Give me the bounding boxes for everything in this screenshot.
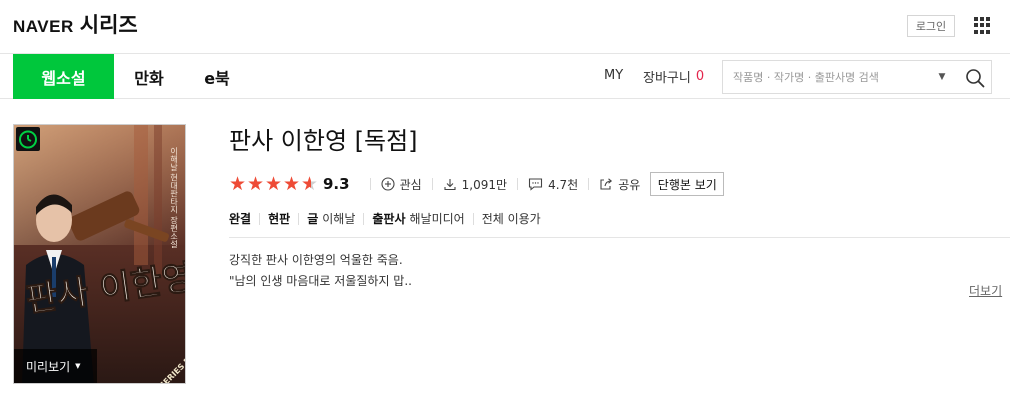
search-input[interactable] — [723, 62, 935, 92]
cover-art: 이해날 현대판타지 장편소설 판사 이한영 SERIES EDITION — [14, 125, 185, 383]
genre-badge[interactable]: 현판 — [268, 210, 290, 227]
download-icon — [444, 179, 456, 191]
tab-ebook[interactable]: e북 — [184, 54, 250, 99]
divider — [431, 178, 433, 190]
synopsis: 강직한 판사 이한영의 억울한 죽음. "남의 인생 마음대로 저울질하지 맙.… — [229, 250, 412, 292]
divider — [298, 212, 300, 225]
my-link[interactable]: MY — [604, 68, 623, 83]
interest-label: 관심 — [399, 177, 422, 192]
download-count: 1,091만 — [443, 176, 507, 193]
plus-circle-icon — [381, 177, 395, 191]
rating-stars: ★ ★ ★ ★ ★ — [229, 172, 319, 195]
divider — [259, 212, 261, 225]
divider — [369, 178, 371, 190]
divider — [472, 212, 474, 225]
logo[interactable]: NAVER 시리즈 — [13, 9, 138, 39]
half-star-icon: ★ — [301, 172, 319, 195]
star-icon: ★ — [265, 172, 283, 195]
star-icon: ★ — [283, 172, 301, 195]
apps-grid-icon[interactable] — [974, 17, 991, 34]
star-icon: ★ — [229, 172, 247, 195]
cart-count: 0 — [695, 69, 705, 84]
book-cover[interactable]: 이해날 현대판타지 장편소설 판사 이한영 SERIES EDITION 미리보… — [13, 124, 186, 384]
search-box: ▼ — [722, 60, 992, 94]
cart-link[interactable]: 장바구니 0 — [643, 67, 704, 86]
page-title: 판사 이한영 [독점] — [229, 127, 418, 155]
book-details: 완결 현판 글 이해날 출판사 해날미디어 전체 이용가 — [229, 210, 541, 227]
more-link[interactable]: 더보기 — [969, 282, 1002, 299]
share-button[interactable]: 공유 — [599, 176, 640, 193]
publisher-name[interactable]: 해날미디어 — [409, 210, 464, 227]
share-icon — [600, 178, 613, 190]
cart-label: 장바구니 — [643, 71, 691, 86]
author-name[interactable]: 이해날 — [322, 210, 355, 227]
tab-webnovel[interactable]: 웹소설 — [13, 54, 114, 99]
comment-icon — [529, 178, 543, 191]
search-icon[interactable] — [965, 68, 985, 88]
publisher-label: 출판사 — [372, 212, 406, 226]
synopsis-line: 강직한 판사 이한영의 억울한 죽음. — [229, 253, 403, 267]
series-logo[interactable]: 시리즈 — [80, 9, 138, 39]
search-dropdown-icon[interactable]: ▼ — [935, 72, 949, 82]
preview-button[interactable]: 미리보기 ▼ — [14, 349, 97, 383]
cover-author-text: 이해날 현대판타지 장편소설 — [169, 146, 178, 248]
divider — [588, 178, 590, 190]
naver-logo[interactable]: NAVER — [13, 17, 74, 37]
author-label: 글 — [307, 212, 319, 226]
category-nav: 웹소설 만화 e북 MY 장바구니 0 ▼ — [0, 54, 1010, 99]
login-button[interactable]: 로그인 — [907, 15, 955, 37]
chevron-down-icon: ▼ — [75, 362, 81, 370]
divider — [363, 212, 365, 225]
section-divider — [229, 237, 1010, 238]
interest-button[interactable]: 관심 — [381, 176, 422, 193]
preview-label: 미리보기 — [26, 359, 71, 374]
tab-comic[interactable]: 만화 — [114, 54, 184, 99]
comment-count-value: 4.7천 — [548, 177, 579, 192]
star-icon: ★ — [247, 172, 265, 195]
share-label: 공유 — [618, 177, 641, 192]
comment-count[interactable]: 4.7천 — [528, 176, 578, 193]
wait-free-clock-icon — [16, 127, 40, 151]
status-badge: 완결 — [229, 212, 252, 226]
top-bar: NAVER 시리즈 로그인 — [0, 0, 1010, 54]
meta-row: ★ ★ ★ ★ ★ 9.3 관심 1,091만 4.7천 공유 단행본 보기 — [229, 172, 725, 196]
download-count-value: 1,091만 — [461, 177, 508, 192]
rating-score: 9.3 — [323, 175, 350, 193]
divider — [517, 178, 519, 190]
age-rating: 전체 이용가 — [481, 212, 541, 226]
volume-view-button[interactable]: 단행본 보기 — [650, 172, 725, 196]
synopsis-line: "남의 인생 마음대로 저울질하지 맙.. — [229, 274, 412, 288]
